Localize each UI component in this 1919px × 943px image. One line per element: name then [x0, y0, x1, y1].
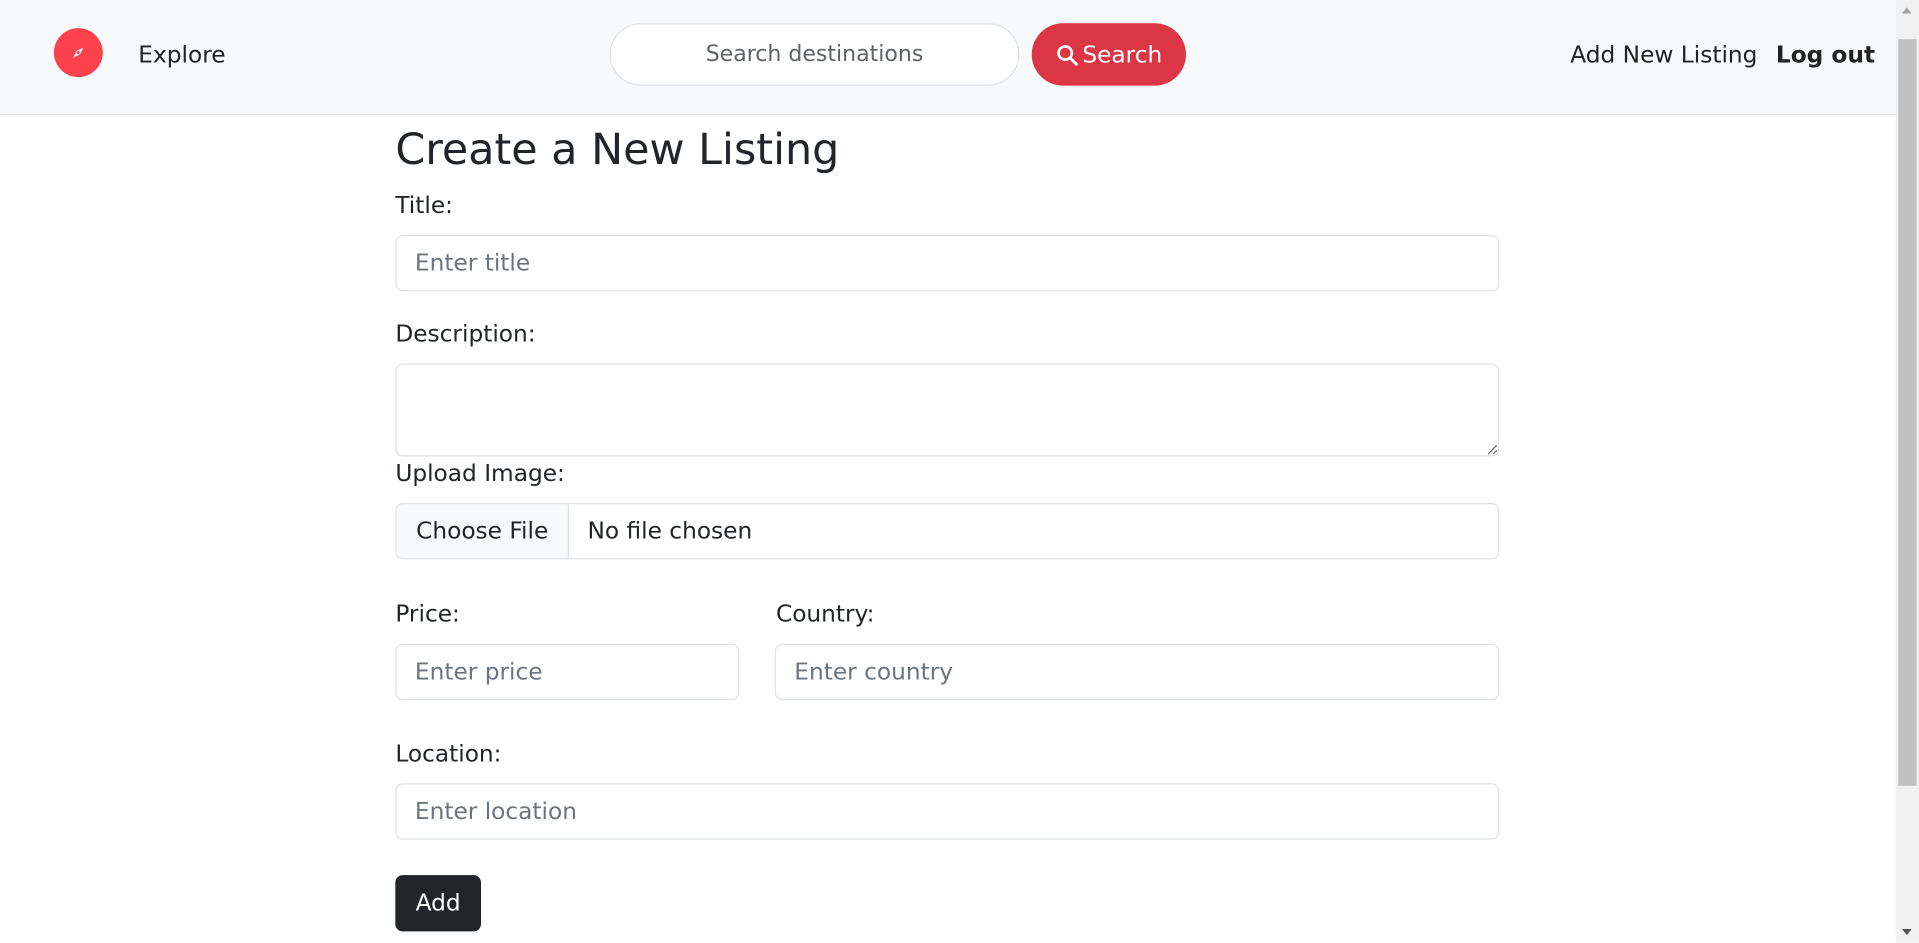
page: Explore Search Add New Listing Log out C… [0, 0, 1919, 943]
choose-file-button[interactable]: Choose File [396, 504, 570, 559]
title-label: Title: [395, 192, 453, 220]
viewport: Explore Search Add New Listing Log out C… [0, 0, 1919, 943]
page-title: Create a New Listing [395, 126, 840, 176]
title-input[interactable] [395, 234, 1500, 292]
nav-explore-link[interactable]: Explore [138, 40, 225, 69]
country-input[interactable] [774, 643, 1500, 701]
country-label: Country: [775, 600, 875, 628]
search-input[interactable] [609, 23, 1020, 86]
description-textarea[interactable] [395, 363, 1500, 457]
image-label: Upload Image: [395, 460, 565, 488]
description-label: Description: [395, 320, 536, 348]
scrollbar-thumb[interactable] [1898, 39, 1917, 786]
search-button-label: Search [1082, 41, 1163, 68]
vertical-scrollbar[interactable] [1895, 0, 1919, 943]
price-label: Price: [395, 600, 460, 628]
location-label: Location: [395, 740, 502, 768]
compass-icon [73, 47, 84, 58]
scroll-down-arrow-icon[interactable] [1901, 928, 1912, 936]
brand-logo[interactable] [53, 28, 103, 78]
navbar: Explore Search Add New Listing Log out [0, 0, 1896, 116]
nav-add-listing-link[interactable]: Add New Listing [1570, 40, 1757, 69]
file-status-text: No file chosen [587, 517, 753, 545]
location-input[interactable] [395, 783, 1500, 840]
search-button[interactable]: Search [1031, 23, 1186, 86]
price-input[interactable] [395, 643, 740, 701]
nav-logout-link[interactable]: Log out [1776, 40, 1875, 69]
search-icon [1057, 44, 1079, 66]
scroll-up-arrow-icon[interactable] [1901, 7, 1912, 14]
add-button[interactable]: Add [395, 875, 481, 932]
image-file-input[interactable]: Choose File No file chosen [395, 503, 1500, 560]
